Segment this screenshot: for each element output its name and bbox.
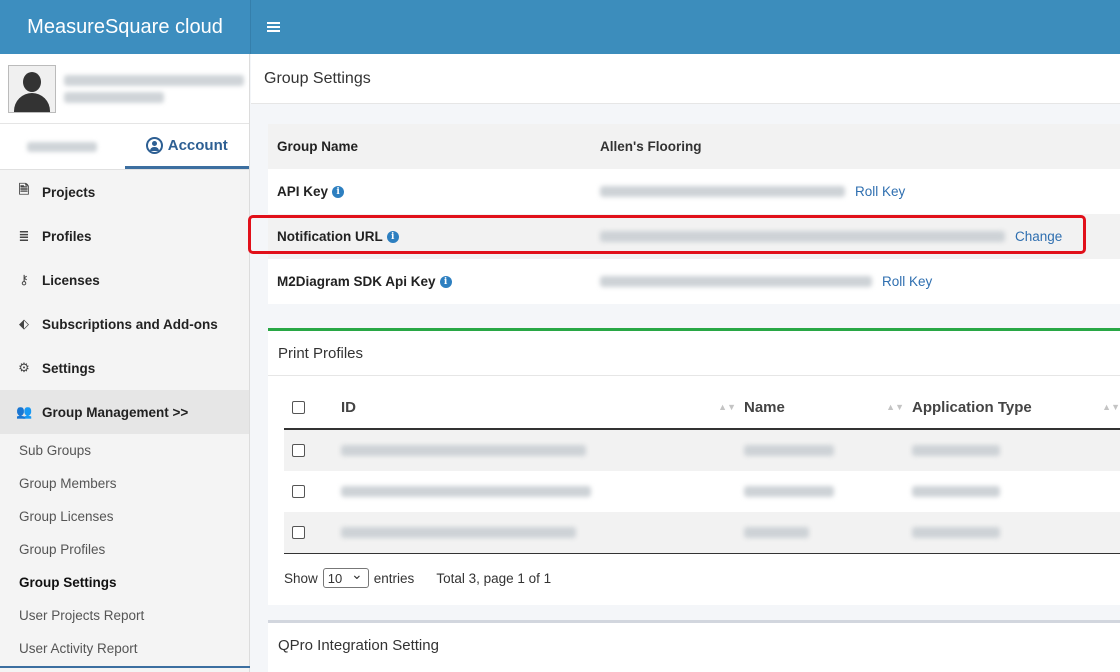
- qpro-integration-card: QPro Integration Setting: [268, 620, 1120, 672]
- page-size-select[interactable]: 10: [322, 566, 369, 588]
- table-footer: Show 10 entries Total 3, page 1 of 1: [284, 554, 1120, 602]
- name-redacted: [744, 486, 834, 497]
- group-settings-card: Group Name Allen's Flooring API Key i Rol…: [268, 124, 1120, 304]
- sdk-key-value-redacted: [600, 276, 872, 287]
- print-profiles-card: Print Profiles ID ▲▼ Name ▲▼ Application T…: [268, 328, 1120, 605]
- row-checkbox[interactable]: [292, 485, 305, 498]
- users-icon: 👥: [16, 404, 33, 419]
- tab-redacted[interactable]: [0, 124, 125, 169]
- database-icon: ≣: [18, 228, 30, 243]
- name-redacted: [744, 445, 834, 456]
- sidebar-subitem-group-licenses[interactable]: Group Licenses: [0, 500, 249, 533]
- api-key-label: API Key i: [268, 184, 600, 199]
- info-icon[interactable]: i: [386, 230, 399, 243]
- sidebar-item-licenses[interactable]: ⚷ Licenses: [0, 258, 249, 302]
- tags-icon: ⬖: [19, 316, 29, 331]
- user-circle-icon: [145, 136, 163, 154]
- id-redacted: [341, 445, 586, 456]
- sort-icon: ▲▼: [886, 401, 904, 412]
- app-type-redacted: [912, 527, 1000, 538]
- group-name-value: Allen's Flooring: [600, 139, 702, 154]
- brand-name: MeasureSquare cloud: [27, 15, 223, 38]
- roll-api-key-link[interactable]: Roll Key: [855, 184, 905, 199]
- print-profiles-title: Print Profiles: [268, 331, 1120, 376]
- top-navbar: [250, 0, 1120, 54]
- sort-icon: ▲▼: [1102, 401, 1120, 412]
- sidebar-item-subscriptions[interactable]: ⬖ Subscriptions and Add-ons: [0, 302, 249, 346]
- sidebar-subitem-group-settings[interactable]: Group Settings: [0, 566, 249, 599]
- sidebar-item-label: Group Management >>: [42, 404, 189, 420]
- sidebar-subitem-sub-groups[interactable]: Sub Groups: [0, 434, 249, 467]
- sidebar-item-label: Subscriptions and Add-ons: [42, 316, 218, 332]
- sidebar-tabs: Account: [0, 124, 249, 170]
- sidebar-bottom-border: [0, 666, 250, 668]
- sidebar-item-settings[interactable]: ⚙ Settings: [0, 346, 249, 390]
- entries-label: entries: [373, 570, 415, 586]
- notification-url-label: Notification URL i: [268, 229, 600, 244]
- sidebar-item-label: Projects: [42, 184, 96, 200]
- sidebar: Account 🗎 Projects ≣ Profiles ⚷ Licenses…: [0, 54, 250, 672]
- sdk-key-label: M2Diagram SDK Api Key i: [268, 274, 600, 289]
- key-icon: ⚷: [19, 272, 29, 287]
- info-icon[interactable]: i: [332, 185, 345, 198]
- row-checkbox[interactable]: [292, 444, 305, 457]
- settings-row-group-name: Group Name Allen's Flooring: [268, 124, 1120, 169]
- column-header-name[interactable]: Name ▲▼: [744, 399, 912, 416]
- show-label: Show: [284, 570, 318, 586]
- id-redacted: [341, 527, 576, 538]
- api-key-value-redacted: [600, 186, 845, 197]
- sidebar-item-group-management[interactable]: 👥 Group Management >>: [0, 390, 249, 434]
- roll-sdk-key-link[interactable]: Roll Key: [882, 274, 932, 289]
- app-type-redacted: [912, 486, 1000, 497]
- id-redacted: [341, 486, 591, 497]
- app-type-redacted: [912, 445, 1000, 456]
- notification-url-value-redacted: [600, 231, 1005, 242]
- sidebar-subitem-user-projects-report[interactable]: User Projects Report: [0, 599, 249, 632]
- settings-row-api-key: API Key i Roll Key: [268, 169, 1120, 214]
- table-row[interactable]: [284, 471, 1120, 512]
- page-title: Group Settings: [251, 54, 1120, 104]
- select-all-checkbox[interactable]: [292, 400, 305, 414]
- main-content: Group Settings Group Name Allen's Floori…: [251, 54, 1120, 672]
- column-header-id[interactable]: ID ▲▼: [341, 399, 744, 416]
- sidebar-subitem-group-members[interactable]: Group Members: [0, 467, 249, 500]
- sidebar-subitem-group-profiles[interactable]: Group Profiles: [0, 533, 249, 566]
- group-name-label: Group Name: [277, 139, 359, 154]
- settings-row-notification-url: Notification URL i Change: [268, 214, 1120, 259]
- gear-icon: ⚙: [18, 360, 30, 375]
- user-info-redacted: [64, 69, 244, 109]
- sidebar-item-projects[interactable]: 🗎 Projects: [0, 170, 249, 214]
- table-header: ID ▲▼ Name ▲▼ Application Type ▲▼: [284, 386, 1120, 430]
- file-icon: 🗎: [18, 182, 30, 197]
- user-panel: [0, 54, 249, 124]
- table-row[interactable]: [284, 430, 1120, 471]
- row-checkbox[interactable]: [292, 526, 305, 539]
- column-header-application-type[interactable]: Application Type ▲▼: [912, 399, 1120, 416]
- settings-row-sdk-key: M2Diagram SDK Api Key i Roll Key: [268, 259, 1120, 304]
- table-row[interactable]: [284, 512, 1120, 553]
- sidebar-item-profiles[interactable]: ≣ Profiles: [0, 214, 249, 258]
- sidebar-item-label: Profiles: [42, 228, 92, 244]
- sidebar-item-label: Settings: [42, 360, 96, 376]
- change-notification-url-link[interactable]: Change: [1015, 229, 1062, 244]
- sort-icon: ▲▼: [718, 401, 736, 412]
- sidebar-subitem-user-activity-report[interactable]: User Activity Report: [0, 632, 249, 665]
- qpro-integration-title: QPro Integration Setting: [278, 637, 439, 654]
- sidebar-item-label: Licenses: [42, 272, 100, 288]
- brand-logo[interactable]: MeasureSquare cloud: [0, 0, 250, 54]
- info-icon[interactable]: i: [439, 275, 452, 288]
- hamburger-menu-icon[interactable]: [267, 22, 280, 32]
- print-profiles-table: ID ▲▼ Name ▲▼ Application Type ▲▼ Show 1…: [284, 386, 1120, 602]
- tab-account-label: Account: [167, 136, 228, 154]
- avatar: [8, 64, 56, 113]
- name-redacted: [744, 527, 809, 538]
- pagination-total: Total 3, page 1 of 1: [436, 570, 552, 586]
- tab-account[interactable]: Account: [124, 124, 249, 169]
